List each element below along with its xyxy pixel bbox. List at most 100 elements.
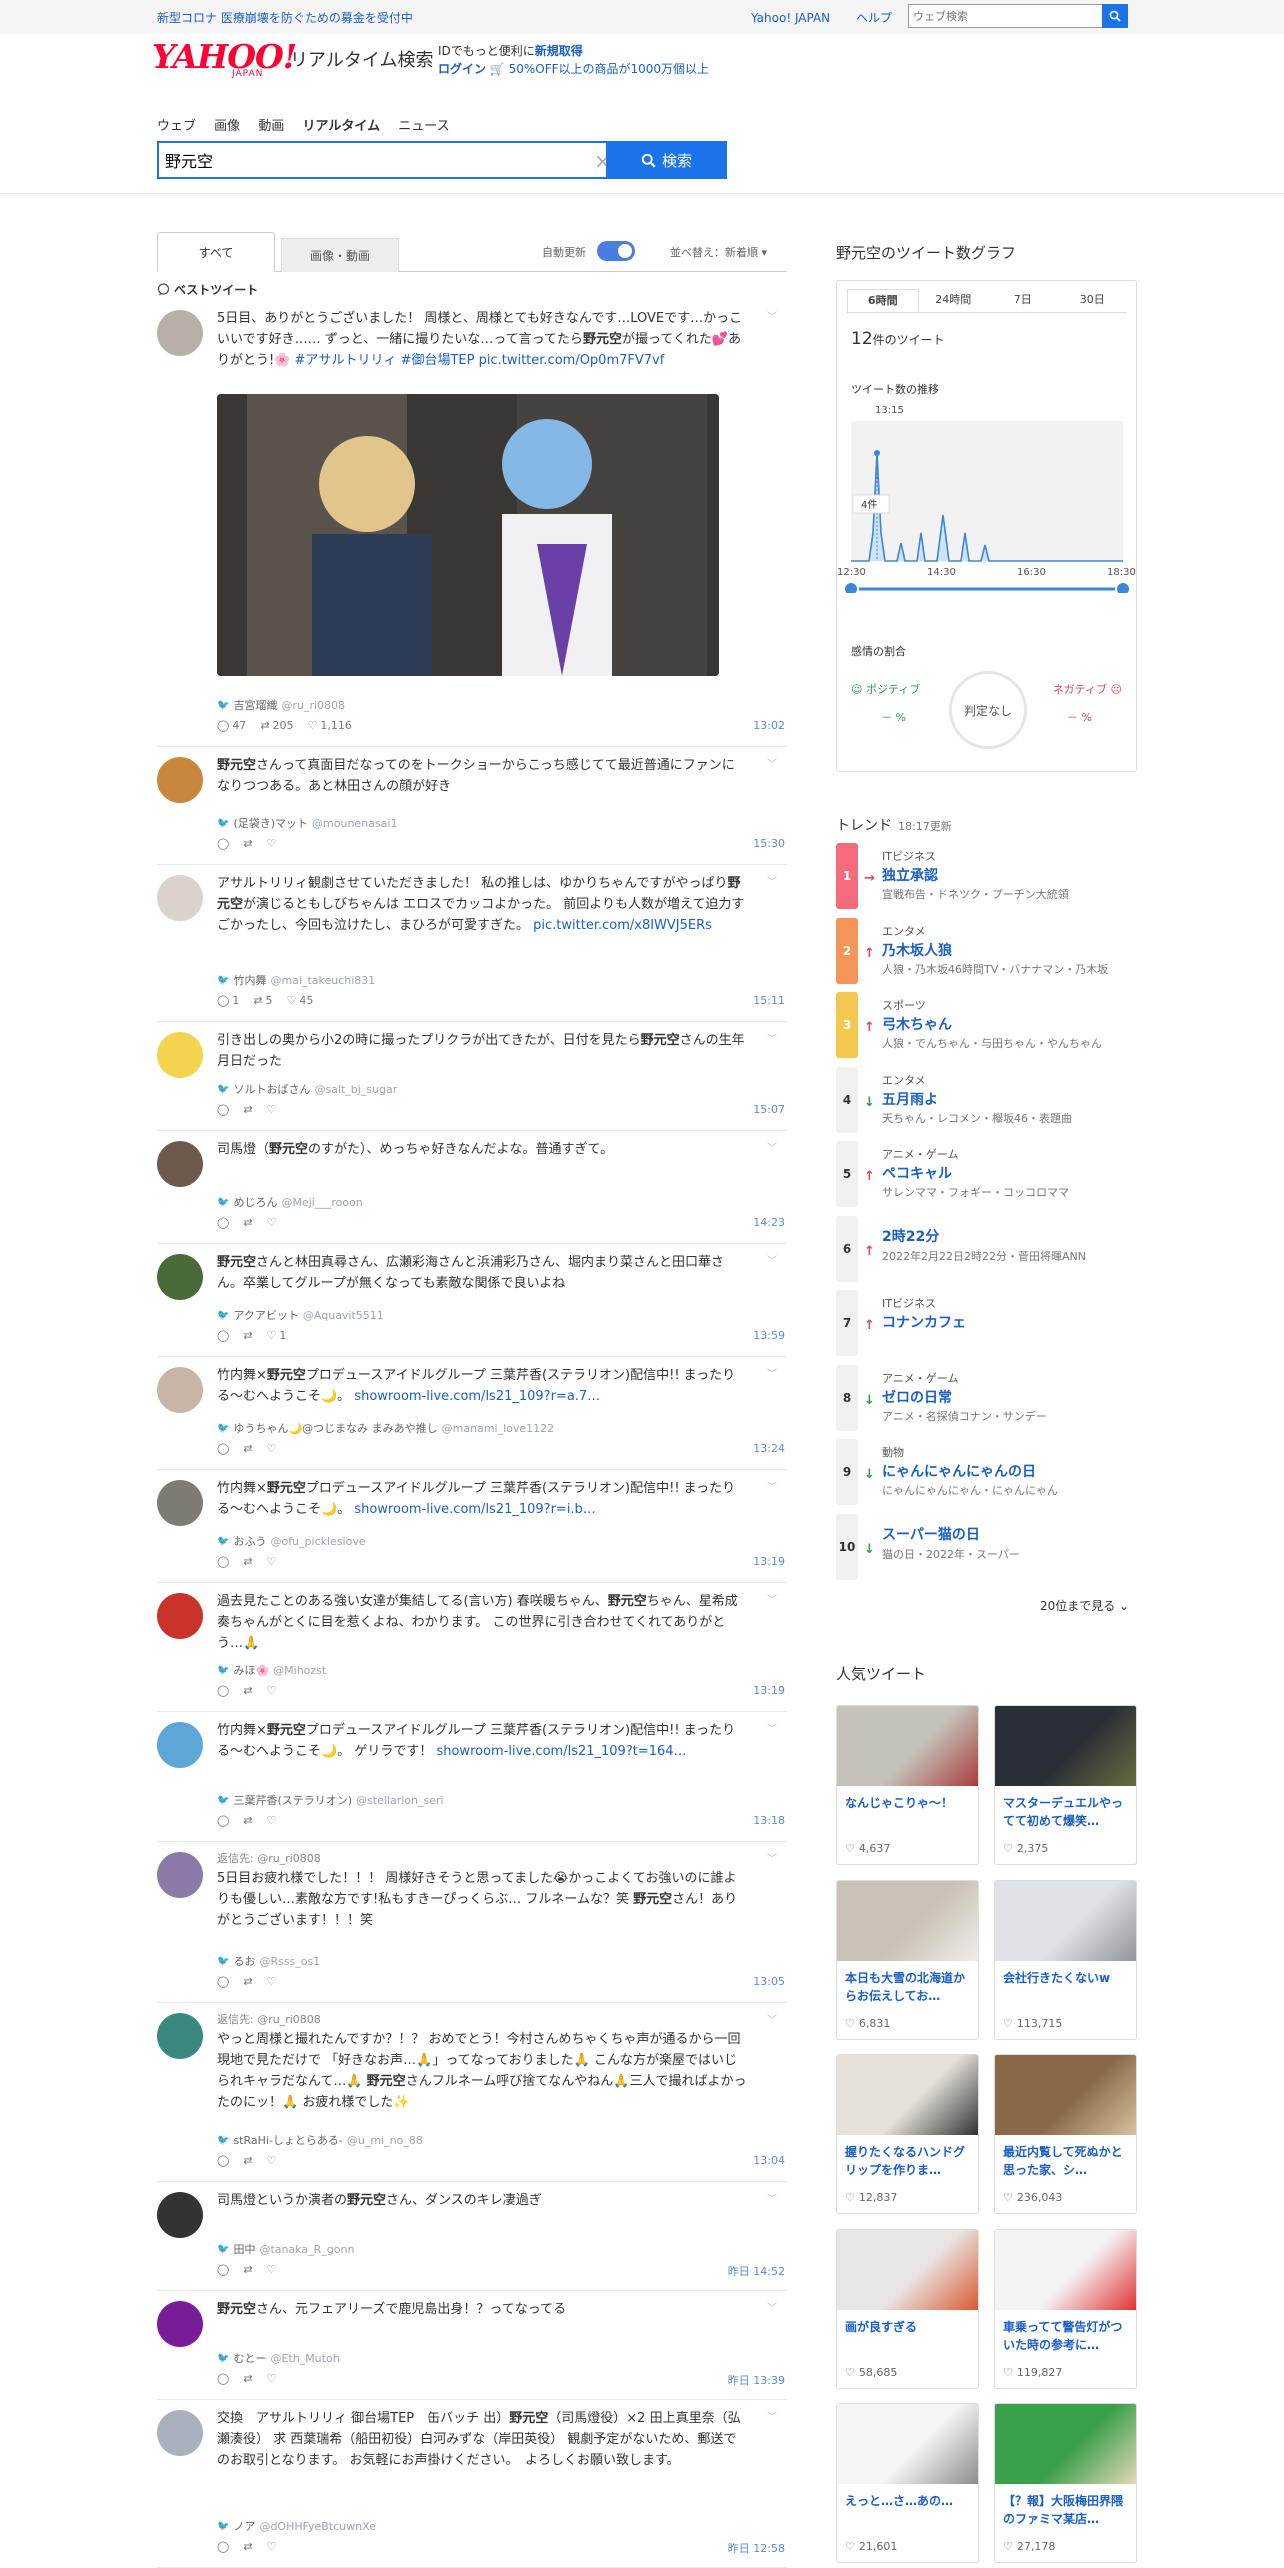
retweet-button[interactable]: ⇄: [243, 1442, 252, 1455]
tweet-user-handle[interactable]: @tanaka_R_gonn: [259, 2243, 354, 2256]
tweet-author[interactable]: 🐦 みほ🌸 @Mihozst: [217, 1662, 326, 1678]
tweet-author[interactable]: 🐦 アクアビット @Aquavit5511: [217, 1307, 384, 1323]
login-link[interactable]: ログイン: [438, 62, 486, 76]
range-tab-7d[interactable]: 7日: [988, 289, 1058, 312]
retweet-button[interactable]: ⇄: [243, 2263, 252, 2276]
tweet-user-handle[interactable]: @salt_bj_sugar: [314, 1083, 397, 1096]
trend-name[interactable]: 乃木坂人狼: [882, 940, 952, 960]
tweet-user-handle[interactable]: @manami_love1122: [442, 1422, 555, 1435]
avatar[interactable]: [157, 1480, 203, 1526]
trends-more-link[interactable]: 20位まで見る ⌄: [1040, 1597, 1129, 1614]
tweet-time[interactable]: 14:23: [753, 1216, 785, 1229]
trend-item[interactable]: 9 ↓ 動物 にゃんにゃんにゃんの日 にゃんにゃんにゃん・にゃんにゃん: [836, 1439, 1137, 1505]
avatar[interactable]: [157, 2192, 203, 2238]
like-button[interactable]: ♡ 1: [267, 1329, 287, 1342]
tweet-author[interactable]: 🐦 竹内舞 @mai_takeuchi831: [217, 972, 375, 988]
popular-tweet-image[interactable]: [995, 2404, 1136, 2484]
chevron-down-icon[interactable]: ﹀: [767, 2408, 777, 2423]
trend-item[interactable]: 10 ↓ スーパー猫の日 猫の日・2022年・スーパー: [836, 1513, 1137, 1580]
like-button[interactable]: ♡: [267, 1103, 277, 1116]
avatar[interactable]: [157, 757, 203, 803]
range-tab-30d[interactable]: 30日: [1058, 289, 1128, 312]
avatar[interactable]: [157, 2301, 203, 2347]
avatar[interactable]: [157, 1367, 203, 1413]
trend-item[interactable]: 4 ↓ エンタメ 五月雨よ 天ちゃん・レコメン・欅坂46・表題曲: [836, 1066, 1137, 1133]
chevron-down-icon[interactable]: ﹀: [767, 1365, 777, 1380]
retweet-button[interactable]: ⇄: [243, 1329, 252, 1342]
chevron-down-icon[interactable]: ﹀: [767, 755, 777, 770]
tweet-link[interactable]: showroom-live.com/ls21_109?r=i.b…: [354, 1502, 595, 1517]
trend-name[interactable]: ペコキャル: [882, 1163, 952, 1183]
popular-tweet-image[interactable]: [837, 1880, 978, 1961]
retweet-button[interactable]: ⇄: [243, 1103, 252, 1116]
chevron-down-icon[interactable]: ﹀: [767, 1720, 777, 1735]
popular-tweet-text[interactable]: 最近内覧して死ぬかと思った家、シ…: [1003, 2143, 1131, 2179]
tab-web[interactable]: ウェブ: [157, 119, 196, 134]
tweet-time[interactable]: 15:07: [753, 1103, 785, 1116]
tweet-user-handle[interactable]: @Aquavit5511: [303, 1309, 384, 1322]
avatar[interactable]: [157, 1593, 203, 1639]
tweet-author[interactable]: 🐦 三葉芹香(ステラリオン) @stellarion_seri: [217, 1792, 444, 1808]
like-button[interactable]: ♡: [267, 1442, 277, 1455]
tweet-user-handle[interactable]: @stellarion_seri: [356, 1794, 444, 1807]
trend-name[interactable]: にゃんにゃんにゃんの日: [882, 1461, 1036, 1481]
avatar[interactable]: [157, 1032, 203, 1078]
retweet-button[interactable]: ⇄: [243, 1975, 252, 1988]
like-button[interactable]: ♡: [267, 837, 277, 850]
tweet-time[interactable]: 15:11: [753, 994, 785, 1007]
popular-tweet-image[interactable]: [837, 2055, 978, 2135]
tweet-time[interactable]: 13:18: [753, 1814, 785, 1827]
tweet-user-name[interactable]: ゆうちゃん🌙@つじまなみ まみあや推し: [233, 1420, 437, 1436]
tweet-user-handle[interactable]: @Rsss_os1: [259, 1955, 320, 1968]
tab-realtime[interactable]: リアルタイム: [302, 119, 380, 134]
tweet-user-handle[interactable]: @mounenasai1: [312, 817, 397, 830]
tweet-time[interactable]: 13:02: [753, 719, 785, 732]
tweet-user-name[interactable]: stRaHi-しょとらある-: [233, 2132, 342, 2148]
avatar[interactable]: [157, 1141, 203, 1187]
popular-tweet-card[interactable]: なんじゃこりゃ～！ ♡ 4,637: [836, 1705, 979, 1865]
tweet-user-name[interactable]: おふう: [233, 1533, 266, 1549]
promo-link[interactable]: 🛒 50%OFF以上の商品が1000万個以上: [490, 62, 709, 76]
popular-tweet-text[interactable]: えっと…さ…あの…: [845, 2492, 973, 2510]
chevron-down-icon[interactable]: ﹀: [767, 1030, 777, 1045]
tweet-time[interactable]: 13:05: [753, 1975, 785, 1988]
popular-tweet-text[interactable]: 会社行きたくないw: [1003, 1969, 1131, 1987]
popular-tweet-card[interactable]: 車乗ってて警告灯がついた時の参考に… ♡ 119,827: [994, 2228, 1137, 2389]
like-button[interactable]: ♡ 45: [287, 994, 314, 1007]
reply-button[interactable]: ◯: [217, 1975, 229, 1988]
tweet-link[interactable]: pic.twitter.com/x8IWVJ5ERs: [533, 918, 712, 933]
popular-tweet-text[interactable]: 画が良すぎる: [845, 2318, 973, 2336]
trend-name[interactable]: 五月雨よ: [882, 1089, 938, 1109]
retweet-button[interactable]: ⇄: [243, 2540, 252, 2553]
tweet-user-name[interactable]: (足袋き)マット: [233, 815, 308, 831]
popular-tweet-card[interactable]: 本日も大雪の北海道からお伝えしてお… ♡ 6,831: [836, 1879, 979, 2040]
signup-link[interactable]: 新規取得: [535, 44, 583, 58]
tweet-author[interactable]: 🐦 ソルトおばさん @salt_bj_sugar: [217, 1081, 397, 1097]
chevron-down-icon[interactable]: ﹀: [767, 1252, 777, 1267]
trend-item[interactable]: 1 → ITビジネス 独立承認 宣戦布告・ドネツク・プーチン大統領: [836, 843, 1137, 909]
trend-item[interactable]: 5 ↑ アニメ・ゲーム ペコキャル サレンママ・フォギー・コッコロママ: [836, 1141, 1137, 1207]
avatar[interactable]: [157, 1852, 203, 1898]
yahoo-japan-link[interactable]: Yahoo! JAPAN: [751, 11, 830, 25]
tweet-time[interactable]: 13:24: [753, 1442, 785, 1455]
retweet-button[interactable]: ⇄: [243, 2154, 252, 2167]
like-button[interactable]: ♡: [267, 1216, 277, 1229]
reply-button[interactable]: ◯: [217, 1329, 229, 1342]
retweet-button[interactable]: ⇄ 205: [260, 719, 293, 732]
retweet-button[interactable]: ⇄: [243, 1216, 252, 1229]
reply-button[interactable]: ◯: [217, 1814, 229, 1827]
chevron-down-icon[interactable]: ﹀: [767, 2190, 777, 2205]
tweet-user-name[interactable]: 竹内舞: [233, 972, 266, 988]
sort-dropdown[interactable]: 並べ替え：新着順 ▾: [670, 244, 767, 260]
tweet-author[interactable]: 🐦 ゆうちゃん🌙@つじまなみ まみあや推し @manami_love1122: [217, 1420, 554, 1436]
tweet-link[interactable]: #アサルトリリィ #御台場TEP pic.twitter.com/Op0m7FV…: [295, 353, 665, 368]
popular-tweet-image[interactable]: [995, 1880, 1136, 1961]
like-button[interactable]: ♡: [267, 1684, 277, 1697]
reply-button[interactable]: ◯: [217, 2263, 229, 2276]
tweet-time[interactable]: 昨日 12:58: [728, 2540, 785, 2556]
tweet-author[interactable]: 🐦 むとー @Eth_Mutoh: [217, 2350, 340, 2366]
tweet-user-handle[interactable]: @Eth_Mutoh: [270, 2352, 339, 2365]
covid-donation-link[interactable]: 新型コロナ 医療崩壊を防ぐための募金を受付中: [157, 9, 413, 26]
popular-tweet-card[interactable]: えっと…さ…あの… ♡ 21,601: [836, 2403, 979, 2563]
popular-tweet-image[interactable]: [837, 1706, 978, 1786]
